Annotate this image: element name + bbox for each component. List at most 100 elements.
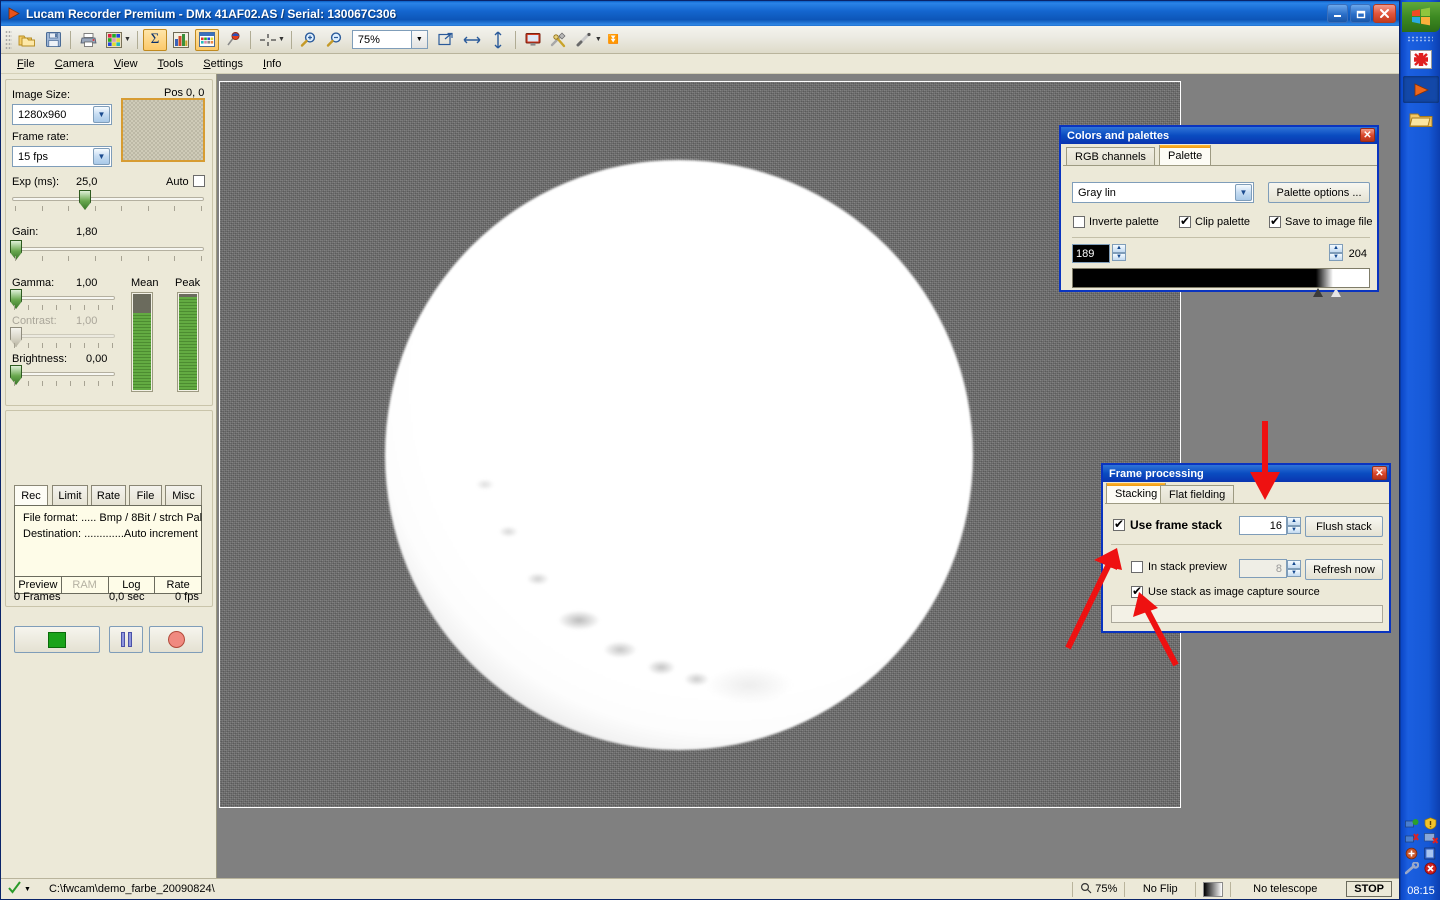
update-icon[interactable]: [1405, 847, 1419, 861]
spinner-up-icon[interactable]: ▲: [1329, 244, 1343, 253]
color-grid-icon[interactable]: [102, 29, 126, 51]
crosshair-icon[interactable]: [256, 29, 280, 51]
frame-stack-spinner[interactable]: ▲ ▼: [1287, 517, 1301, 534]
status-stop-cell[interactable]: STOP: [1339, 881, 1399, 898]
zoom-value[interactable]: 75%: [351, 30, 412, 49]
wand-icon[interactable]: [573, 29, 597, 51]
roi-preview-thumbnail[interactable]: [121, 98, 205, 162]
crosshair-dropdown-arrow[interactable]: ▼: [278, 36, 285, 43]
monitor-error-icon[interactable]: [1423, 832, 1438, 846]
inverte-palette-checkbox[interactable]: [1073, 216, 1085, 228]
palette-high-spinner[interactable]: ▲ ▼: [1329, 244, 1343, 261]
spinner-down-icon[interactable]: ▼: [1329, 252, 1343, 261]
open-folder-icon[interactable]: [15, 29, 39, 51]
stop-button[interactable]: STOP: [1346, 881, 1392, 897]
spinner-down-icon[interactable]: ▼: [1112, 252, 1126, 261]
tab-palette[interactable]: Palette: [1159, 145, 1212, 166]
antivirus-error-icon[interactable]: [1424, 862, 1438, 876]
frame-processing-dialog[interactable]: Frame processing ✕ Stacking Flat fieldin…: [1101, 463, 1391, 633]
menu-item-view[interactable]: View: [104, 56, 148, 72]
windows-start-icon[interactable]: [1402, 2, 1440, 32]
chevron-down-icon[interactable]: ▼: [93, 106, 110, 123]
palette-gradient-strip[interactable]: [1072, 268, 1370, 288]
network-disconnected-icon[interactable]: [1404, 832, 1419, 846]
tab-flat-fielding[interactable]: Flat fielding: [1160, 485, 1235, 504]
spinner-down-icon[interactable]: ▼: [1287, 525, 1301, 534]
color-grid-dropdown-arrow[interactable]: ▼: [124, 36, 131, 43]
chevron-down-icon[interactable]: ▼: [411, 30, 428, 49]
display-icon[interactable]: [1423, 847, 1438, 861]
live-image-view[interactable]: [219, 81, 1181, 808]
flip-vertical-icon[interactable]: [486, 29, 510, 51]
toolbar-overflow-icon[interactable]: ⏬: [608, 34, 619, 45]
palette-high-marker[interactable]: [1331, 288, 1341, 297]
menu-item-camera[interactable]: Camera: [45, 56, 104, 72]
frame-stack-size-input[interactable]: 16: [1239, 516, 1287, 535]
histogram-icon[interactable]: [169, 29, 193, 51]
zoom-combo[interactable]: 75% ▼: [351, 30, 428, 49]
tab-limit[interactable]: Limit: [52, 485, 88, 506]
flush-stack-button[interactable]: Flush stack: [1305, 516, 1383, 537]
palette-low-marker[interactable]: [1313, 288, 1323, 297]
frame-rate-select[interactable]: 15 fps ▼: [12, 146, 112, 167]
tab-rate[interactable]: Rate: [91, 485, 126, 506]
chevron-down-icon[interactable]: ▼: [24, 886, 31, 893]
palette-low-spinner[interactable]: ▲ ▼: [1112, 244, 1126, 261]
close-button[interactable]: [1373, 4, 1396, 23]
taskbar-item-lucam-recorder[interactable]: [1403, 76, 1439, 103]
menu-item-tools[interactable]: Tools: [148, 56, 194, 72]
sum-sigma-icon[interactable]: Σ: [142, 28, 167, 51]
image-size-select[interactable]: 1280x960 ▼: [12, 104, 112, 125]
spinner-up-icon[interactable]: ▲: [1112, 244, 1126, 253]
pause-button[interactable]: [109, 626, 143, 653]
zoom-in-icon[interactable]: [297, 29, 321, 51]
close-icon[interactable]: ✕: [1372, 466, 1387, 480]
save-icon[interactable]: [41, 29, 65, 51]
record-button[interactable]: [149, 626, 203, 653]
tab-rgb-channels[interactable]: RGB channels: [1066, 147, 1155, 166]
brightness-slider-track[interactable]: [12, 372, 115, 376]
quicklaunch-grip[interactable]: [1407, 36, 1433, 42]
print-icon[interactable]: [76, 29, 100, 51]
in-stack-preview-spinner[interactable]: ▲ ▼: [1287, 560, 1301, 577]
in-stack-preview-checkbox[interactable]: [1131, 561, 1143, 573]
spinner-up-icon[interactable]: ▲: [1287, 517, 1301, 526]
close-icon[interactable]: ✕: [1360, 128, 1375, 142]
network-icon[interactable]: [1404, 817, 1419, 831]
live-button[interactable]: [14, 626, 100, 653]
save-to-image-file-checkbox[interactable]: [1269, 214, 1281, 228]
auto-exposure-checkbox[interactable]: [193, 175, 205, 187]
spinner-up-icon[interactable]: ▲: [1287, 560, 1301, 569]
fit-window-icon[interactable]: [434, 29, 458, 51]
chevron-down-icon[interactable]: ▼: [93, 148, 110, 165]
flip-horizontal-icon[interactable]: [460, 29, 484, 51]
tab-file[interactable]: File: [129, 485, 162, 506]
toolbar-grip[interactable]: [5, 29, 12, 50]
zoom-out-icon[interactable]: [323, 29, 347, 51]
menu-item-info[interactable]: Info: [253, 56, 291, 72]
refresh-now-button[interactable]: Refresh now: [1305, 559, 1383, 580]
tab-misc[interactable]: Misc: [165, 485, 202, 506]
shield-warning-icon[interactable]: [1424, 817, 1438, 831]
status-check-cell[interactable]: ▼: [1, 881, 38, 898]
gamma-slider-track[interactable]: [12, 296, 115, 300]
maximize-button[interactable]: [1350, 4, 1371, 23]
taskbar-clock[interactable]: 08:15: [1401, 885, 1440, 897]
tab-stacking[interactable]: Stacking: [1106, 483, 1167, 504]
color-picker-icon[interactable]: [221, 29, 245, 51]
menu-item-settings[interactable]: Settings: [193, 56, 253, 72]
settings-wrench-icon[interactable]: [1404, 861, 1419, 876]
palette-options-button[interactable]: Palette options ...: [1268, 182, 1370, 203]
contrast-slider-track[interactable]: [12, 334, 115, 338]
wand-dropdown-arrow[interactable]: ▼: [595, 36, 602, 43]
palette-high-spin[interactable]: 204: [1345, 244, 1371, 263]
palette-window-icon[interactable]: [194, 28, 219, 51]
menu-item-file[interactable]: File: [7, 56, 45, 72]
spinner-down-icon[interactable]: ▼: [1287, 568, 1301, 577]
taskbar-item-explorer-folder[interactable]: [1403, 106, 1439, 133]
exposure-slider-track[interactable]: [12, 197, 204, 201]
clip-palette-checkbox[interactable]: [1179, 214, 1191, 228]
tools-icon[interactable]: [547, 29, 571, 51]
palette-select[interactable]: Gray lin ▼: [1072, 182, 1254, 203]
minimize-button[interactable]: [1327, 4, 1348, 23]
